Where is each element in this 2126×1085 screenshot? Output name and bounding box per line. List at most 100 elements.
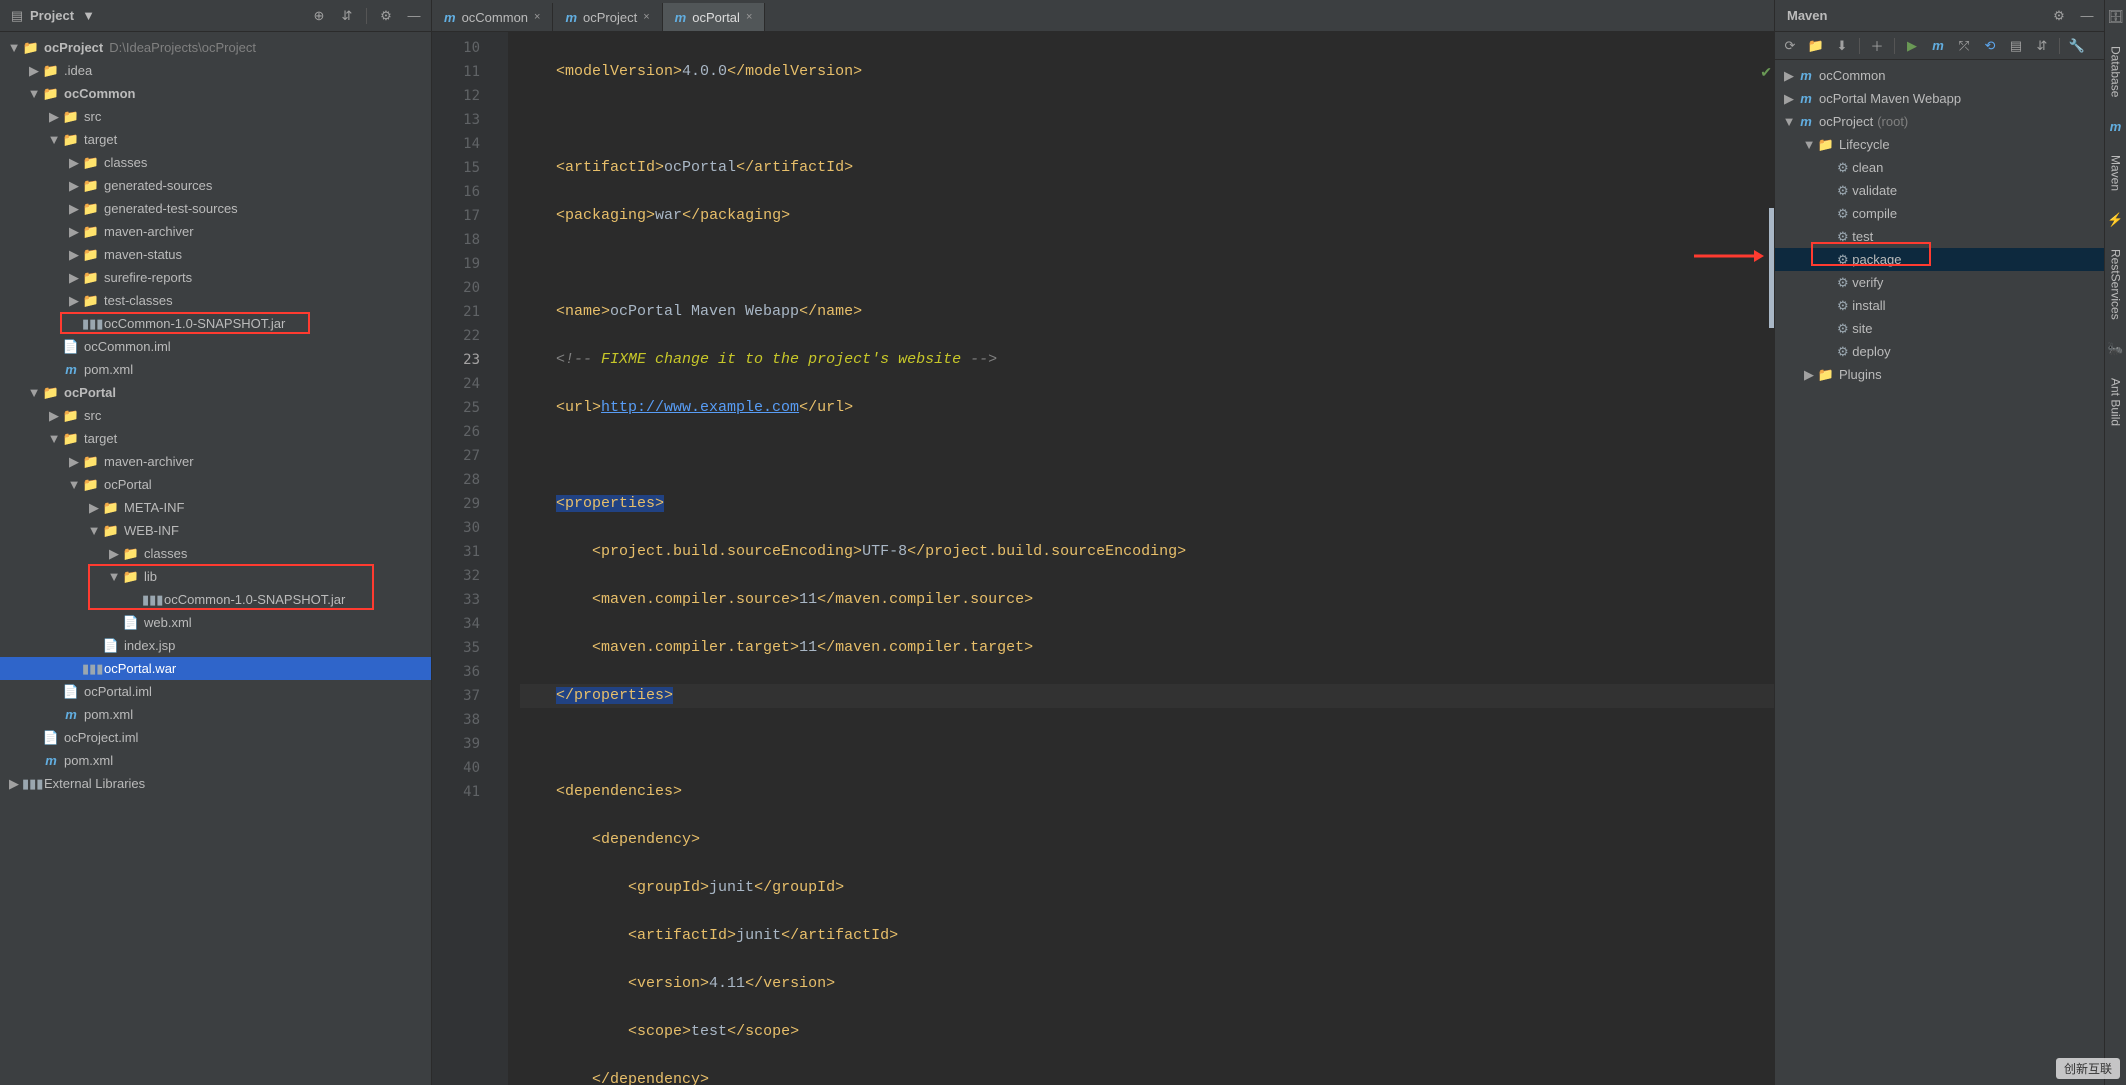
rail-ant[interactable]: Ant Build <box>2109 378 2123 426</box>
tree-mvnstat[interactable]: ▶📁maven-status <box>0 243 431 266</box>
tab-occommon[interactable]: mocCommon× <box>432 3 553 31</box>
maven-title: Maven <box>1787 8 1827 23</box>
close-icon[interactable]: × <box>643 11 649 23</box>
tree-classes1[interactable]: ▶📁classes <box>0 151 431 174</box>
project-panel: ▤ Project ▼ ⊕ ⇵ ⚙ — ▼📁 ocProject D:\Idea… <box>0 0 432 1085</box>
maven-site[interactable]: ⚙ site <box>1775 317 2104 340</box>
tree-pom1[interactable]: mpom.xml <box>0 358 431 381</box>
settings-icon[interactable]: ⚙ <box>377 7 395 25</box>
collapse-all-icon[interactable]: ⇵ <box>2033 37 2051 55</box>
tree-webinf[interactable]: ▼📁WEB-INF <box>0 519 431 542</box>
project-panel-title[interactable]: Project <box>30 8 74 23</box>
tree-occommon[interactable]: ▼📁ocCommon <box>0 82 431 105</box>
maven-icon[interactable]: m <box>1929 37 1947 55</box>
tree-pom3[interactable]: mpom.xml <box>0 749 431 772</box>
maven-panel: Maven ⚙ — ⟳ 📁 ⬇ ＋ ▶ m ⤱ ⟲ ▤ ⇵ 🔧 ▶mocComm… <box>1774 0 2104 1085</box>
tree-idea[interactable]: ▶📁.idea <box>0 59 431 82</box>
fold-gutter <box>490 32 508 1085</box>
maven-toolbar: ⟳ 📁 ⬇ ＋ ▶ m ⤱ ⟲ ▤ ⇵ 🔧 <box>1775 32 2104 60</box>
refresh-icon[interactable]: ⟳ <box>1781 37 1799 55</box>
close-icon[interactable]: × <box>534 11 540 23</box>
maven-header: Maven ⚙ — <box>1775 0 2104 32</box>
tree-mvnarch1[interactable]: ▶📁maven-archiver <box>0 220 431 243</box>
collapse-icon[interactable]: ⇵ <box>338 7 356 25</box>
tree-snap2[interactable]: ▮▮▮ocCommon-1.0-SNAPSHOT.jar <box>0 588 431 611</box>
tree-surefire[interactable]: ▶📁surefire-reports <box>0 266 431 289</box>
maven-lifecycle[interactable]: ▼📁Lifecycle <box>1775 133 2104 156</box>
hide-icon[interactable]: — <box>405 7 423 25</box>
maven-ocportalweb[interactable]: ▶mocPortal Maven Webapp <box>1775 87 2104 110</box>
maven-compile[interactable]: ⚙ compile <box>1775 202 2104 225</box>
tree-mvnarch2[interactable]: ▶📁maven-archiver <box>0 450 431 473</box>
database-icon[interactable]: 🗄 <box>2107 8 2125 26</box>
tree-ocportal[interactable]: ▼📁ocPortal <box>0 381 431 404</box>
root-label: ocProject <box>44 40 103 55</box>
tree-iml2[interactable]: 📄ocPortal.iml <box>0 680 431 703</box>
tab-ocportal[interactable]: mocPortal× <box>663 3 766 31</box>
maven-package[interactable]: ⚙ package <box>1775 248 2104 271</box>
tree-target1[interactable]: ▼📁target <box>0 128 431 151</box>
wrench-icon[interactable]: 🔧 <box>2068 37 2086 55</box>
maven-verify[interactable]: ⚙ verify <box>1775 271 2104 294</box>
profile-icon[interactable]: ▤ <box>2007 37 2025 55</box>
watermark: 创新互联 <box>2056 1058 2120 1079</box>
download-icon[interactable]: ⬇ <box>1833 37 1851 55</box>
rail-database[interactable]: Database <box>2109 46 2123 97</box>
maven-test[interactable]: ⚙ test <box>1775 225 2104 248</box>
tree-src1[interactable]: ▶📁src <box>0 105 431 128</box>
tree-webxml[interactable]: 📄web.xml <box>0 611 431 634</box>
maven-ocproject[interactable]: ▼mocProject(root) <box>1775 110 2104 133</box>
tree-snap1[interactable]: ▮▮▮ocCommon-1.0-SNAPSHOT.jar <box>0 312 431 335</box>
root-path: D:\IdeaProjects\ocProject <box>109 40 256 55</box>
maven-clean[interactable]: ⚙ clean <box>1775 156 2104 179</box>
right-tool-rail: 🗄 Database m Maven ⚡ RestServices 🐜 Ant … <box>2104 0 2126 1085</box>
dropdown-arrow-icon[interactable]: ▼ <box>82 8 95 23</box>
tree-gentest[interactable]: ▶📁generated-test-sources <box>0 197 431 220</box>
run-icon[interactable]: ▶ <box>1903 37 1921 55</box>
ant-icon[interactable]: 🐜 <box>2107 340 2125 358</box>
project-panel-header: ▤ Project ▼ ⊕ ⇵ ⚙ — <box>0 0 431 32</box>
maven-validate[interactable]: ⚙ validate <box>1775 179 2104 202</box>
tree-ocportal2[interactable]: ▼📁ocPortal <box>0 473 431 496</box>
maven-occommon[interactable]: ▶mocCommon <box>1775 64 2104 87</box>
locate-icon[interactable]: ⊕ <box>310 7 328 25</box>
close-icon[interactable]: × <box>746 11 752 23</box>
add-icon[interactable]: ＋ <box>1868 37 1886 55</box>
rest-icon[interactable]: ⚡ <box>2107 211 2125 229</box>
editor-tabs: mocCommon× mocProject× mocPortal× <box>432 0 1774 32</box>
tree-src2[interactable]: ▶📁src <box>0 404 431 427</box>
maven-deploy[interactable]: ⚙ deploy <box>1775 340 2104 363</box>
generate-icon[interactable]: 📁 <box>1807 37 1825 55</box>
rail-maven[interactable]: Maven <box>2109 155 2123 191</box>
tree-iml3[interactable]: 📄ocProject.iml <box>0 726 431 749</box>
maven-install[interactable]: ⚙ install <box>1775 294 2104 317</box>
tree-testcls[interactable]: ▶📁test-classes <box>0 289 431 312</box>
project-tree[interactable]: ▼📁 ocProject D:\IdeaProjects\ocProject ▶… <box>0 32 431 1085</box>
tree-war[interactable]: ▮▮▮ocPortal.war <box>0 657 431 680</box>
tab-ocproject[interactable]: mocProject× <box>553 3 662 31</box>
maven-tree[interactable]: ▶mocCommon ▶mocPortal Maven Webapp ▼mocP… <box>1775 60 2104 1085</box>
tree-iml1[interactable]: 📄ocCommon.iml <box>0 335 431 358</box>
hide-icon[interactable]: — <box>2078 7 2096 25</box>
tree-target2[interactable]: ▼📁target <box>0 427 431 450</box>
tree-root[interactable]: ▼📁 ocProject D:\IdeaProjects\ocProject <box>0 36 431 59</box>
editor-panel: mocCommon× mocProject× mocPortal× 101112… <box>432 0 1774 1085</box>
editor-body[interactable]: 1011121314 1516171819 2021222324 2526272… <box>432 32 1774 1085</box>
maven-plugins[interactable]: ▶📁Plugins <box>1775 363 2104 386</box>
tree-gensrc[interactable]: ▶📁generated-sources <box>0 174 431 197</box>
settings-icon[interactable]: ⚙ <box>2050 7 2068 25</box>
rail-rest[interactable]: RestServices <box>2109 249 2123 320</box>
line-gutter: 1011121314 1516171819 2021222324 2526272… <box>432 32 490 1085</box>
tree-classes2[interactable]: ▶📁classes <box>0 542 431 565</box>
project-view-icon[interactable]: ▤ <box>8 7 26 25</box>
tree-metainf[interactable]: ▶📁META-INF <box>0 496 431 519</box>
scrollbar-marker <box>1769 208 1774 328</box>
skip-tests-icon[interactable]: ⤱ <box>1955 37 1973 55</box>
code-area[interactable]: <modelVersion>4.0.0</modelVersion> <arti… <box>508 32 1774 1085</box>
tree-pom2[interactable]: mpom.xml <box>0 703 431 726</box>
offline-icon[interactable]: ⟲ <box>1981 37 1999 55</box>
maven-rail-icon[interactable]: m <box>2107 117 2125 135</box>
tree-extlibs[interactable]: ▶▮▮▮External Libraries <box>0 772 431 795</box>
tree-lib[interactable]: ▼📁lib <box>0 565 431 588</box>
tree-indexjsp[interactable]: 📄index.jsp <box>0 634 431 657</box>
